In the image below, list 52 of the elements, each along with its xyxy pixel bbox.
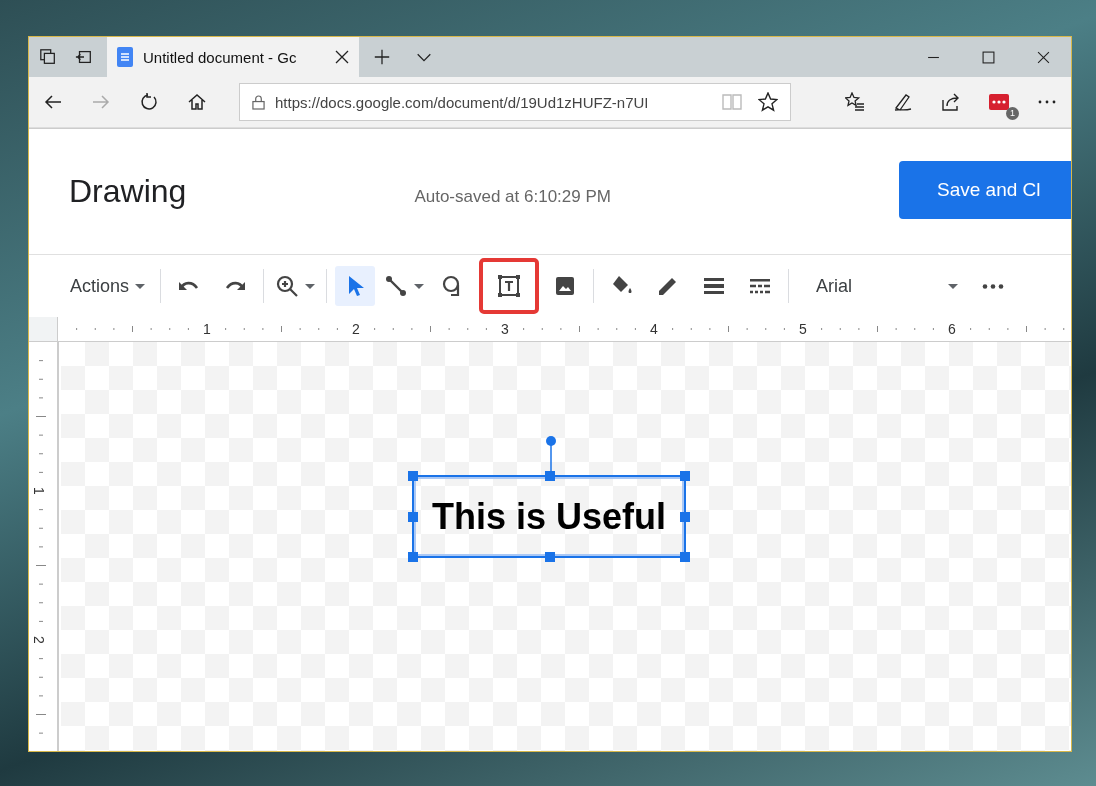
star-icon[interactable] xyxy=(758,92,778,112)
refresh-icon[interactable] xyxy=(139,92,159,112)
favorites-list-icon[interactable] xyxy=(845,92,865,112)
ruler-number: 1 xyxy=(30,487,47,495)
resize-handle[interactable] xyxy=(408,512,418,522)
font-dropdown[interactable]: Arial xyxy=(797,266,968,306)
actions-menu[interactable]: Actions xyxy=(59,266,153,306)
autosave-status: Auto-saved at 6:10:29 PM xyxy=(414,186,611,207)
rotate-handle[interactable] xyxy=(545,435,557,473)
caret-icon xyxy=(414,283,425,289)
lock-icon xyxy=(252,94,265,110)
select-tool[interactable] xyxy=(335,266,376,306)
resize-handle[interactable] xyxy=(408,552,418,562)
extension-icon[interactable] xyxy=(989,92,1009,112)
ruler-number: 6 xyxy=(948,321,956,337)
address-bar[interactable]: https://docs.google.com/document/d/19Ud1zHUFZ-n7UI xyxy=(239,83,791,121)
pen-icon[interactable] xyxy=(893,92,913,112)
textbox-tool[interactable] xyxy=(479,258,540,314)
resize-handle[interactable] xyxy=(680,471,690,481)
document-icon xyxy=(117,47,133,67)
ruler-number: 5 xyxy=(799,321,807,337)
home-icon[interactable] xyxy=(187,92,207,112)
ruler-number: 4 xyxy=(650,321,658,337)
url-text: https://docs.google.com/document/d/19Ud1zHUFZ-n7UI xyxy=(275,93,650,111)
set-aside-tabs-icon[interactable] xyxy=(75,48,93,66)
zoom-in-icon xyxy=(275,274,300,298)
more-icon xyxy=(982,283,1005,289)
text-box-icon xyxy=(497,274,522,298)
resize-handle[interactable] xyxy=(545,471,555,481)
save-and-close-button[interactable]: Save and Cl xyxy=(899,160,1071,219)
tabs-icon[interactable] xyxy=(39,48,57,66)
close-icon[interactable] xyxy=(335,50,349,64)
resize-handle[interactable] xyxy=(680,512,690,522)
ruler-number: 1 xyxy=(203,321,211,337)
share-icon[interactable] xyxy=(941,92,961,112)
close-icon[interactable] xyxy=(1037,50,1050,64)
line-icon xyxy=(384,274,409,298)
browser-tab[interactable]: Untitled document - Gc xyxy=(107,37,359,77)
tab-title: Untitled document - Gc xyxy=(143,48,298,66)
caret-icon xyxy=(305,283,316,289)
resize-handle[interactable] xyxy=(545,552,555,562)
dialog-title: Drawing xyxy=(69,173,187,210)
resize-handle[interactable] xyxy=(680,552,690,562)
resize-handle[interactable] xyxy=(408,471,418,481)
maximize-icon[interactable] xyxy=(982,50,995,64)
caret-icon xyxy=(135,283,146,289)
ruler-number: 3 xyxy=(501,321,509,337)
ruler-number: 2 xyxy=(352,321,360,337)
notification-badge: 1 xyxy=(1006,107,1019,120)
caret-icon xyxy=(948,283,959,289)
new-tab-icon[interactable] xyxy=(373,48,391,66)
ruler-number: 2 xyxy=(30,636,47,644)
